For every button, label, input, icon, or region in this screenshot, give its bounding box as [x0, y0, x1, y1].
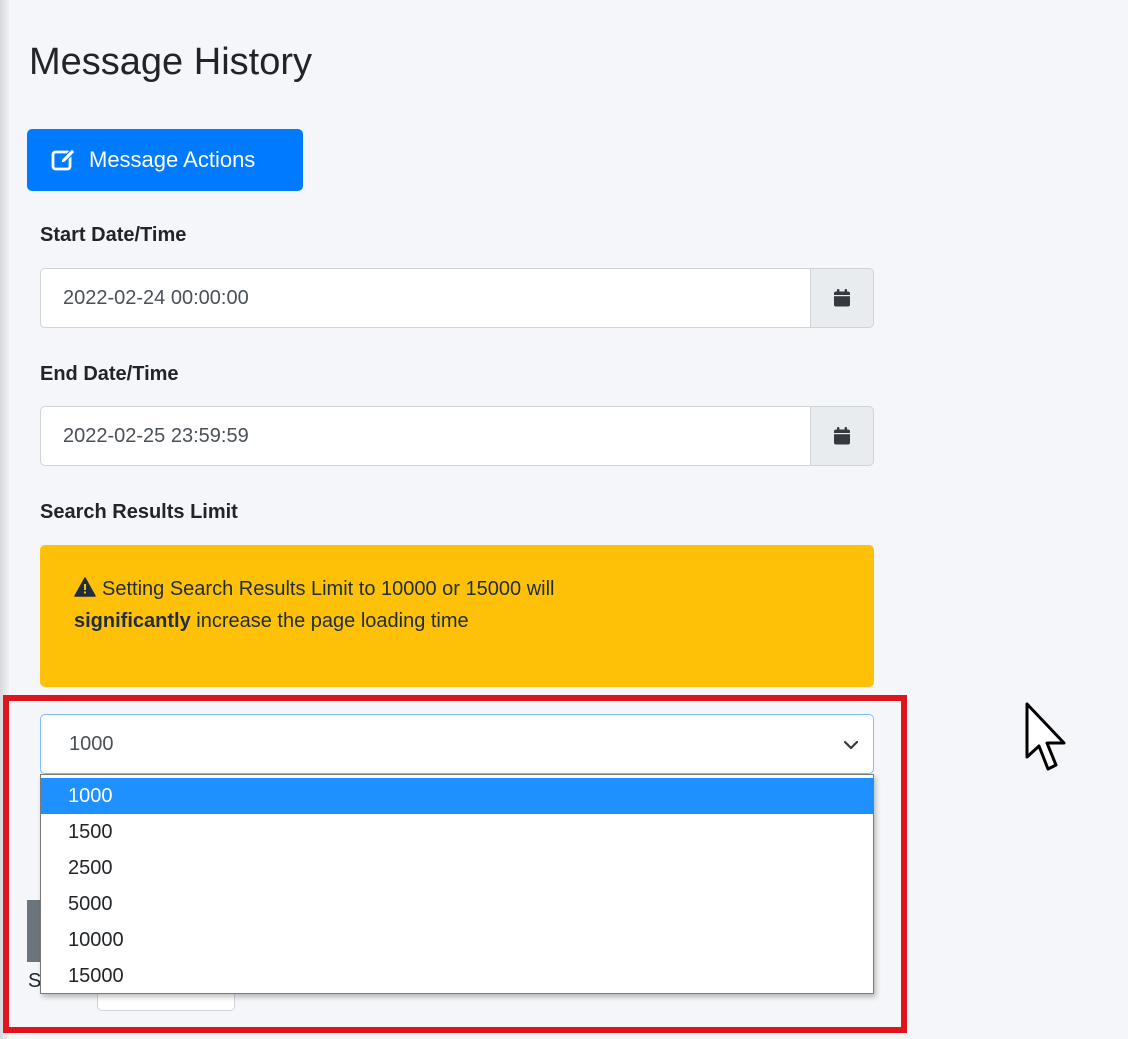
- sidebar-edge: [0, 0, 9, 1039]
- end-datetime-input[interactable]: [40, 406, 810, 466]
- option-15000[interactable]: 15000: [41, 958, 873, 994]
- search-limit-label: Search Results Limit: [40, 501, 238, 523]
- message-actions-label: Message Actions: [89, 147, 256, 172]
- obscured-button: [27, 900, 41, 962]
- end-calendar-button[interactable]: [810, 406, 874, 466]
- search-limit-selected-value: 1000: [69, 732, 114, 755]
- warning-text: Setting Search Results Limit to 10000 or…: [102, 578, 555, 600]
- warning-text-end: increase the page loading time: [190, 610, 469, 632]
- option-2500[interactable]: 2500: [41, 850, 873, 886]
- end-datetime-label: End Date/Time: [40, 363, 179, 385]
- chevron-down-icon: [843, 740, 859, 750]
- loading-time-warning: Setting Search Results Limit to 10000 or…: [40, 545, 874, 687]
- option-10000[interactable]: 10000: [41, 922, 873, 958]
- search-limit-select[interactable]: 1000: [40, 714, 874, 774]
- warning-triangle-icon: [74, 575, 96, 597]
- option-1000[interactable]: 1000: [41, 778, 873, 814]
- start-datetime-group: [40, 268, 874, 328]
- mouse-pointer-icon: [1025, 702, 1066, 771]
- page-title: Message History: [29, 41, 312, 83]
- message-actions-button[interactable]: Message Actions: [27, 129, 303, 191]
- start-calendar-button[interactable]: [810, 268, 874, 328]
- end-datetime-group: [40, 406, 874, 466]
- edit-icon: [51, 147, 77, 173]
- start-datetime-input[interactable]: [40, 268, 810, 328]
- warning-emphasis: significantly: [74, 610, 191, 632]
- page: Message History Message Actions Start Da…: [0, 0, 1128, 1039]
- option-5000[interactable]: 5000: [41, 886, 873, 922]
- calendar-icon: [834, 427, 850, 445]
- option-1500[interactable]: 1500: [41, 814, 873, 850]
- search-limit-options: 1000 1500 2500 5000 10000 15000: [40, 774, 874, 994]
- start-datetime-label: Start Date/Time: [40, 224, 187, 246]
- calendar-icon: [834, 289, 850, 307]
